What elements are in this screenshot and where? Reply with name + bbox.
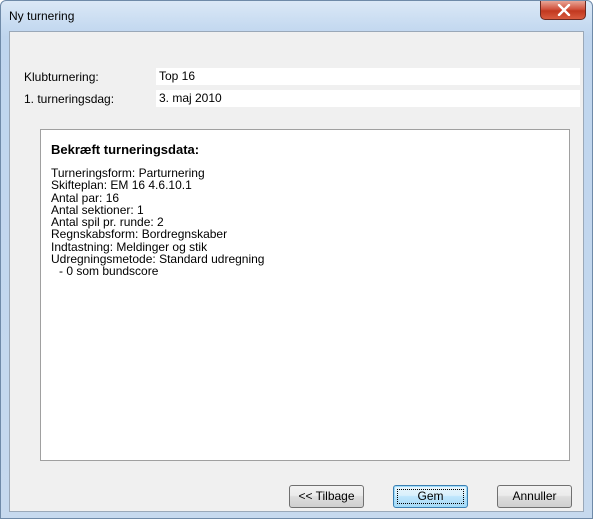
save-button[interactable]: Gem [393, 485, 468, 508]
window-title: Ny turnering [9, 9, 75, 23]
title-bar[interactable]: Ny turnering [1, 1, 592, 31]
dialog-window: Ny turnering Klubturnering: Top 16 1. tu… [0, 0, 593, 519]
tournament-details-list: Turneringsform: Parturnering Skifteplan:… [51, 167, 264, 278]
first-day-label: 1. turneringsdag: [24, 92, 115, 106]
close-button[interactable] [540, 1, 586, 20]
back-button[interactable]: << Tilbage [289, 485, 364, 508]
first-day-value: 3. maj 2010 [156, 90, 580, 107]
confirm-panel: Bekræft turneringsdata: Turneringsform: … [40, 129, 570, 461]
club-tournament-label: Klubturnering: [24, 70, 99, 84]
focus-rectangle [397, 489, 464, 504]
close-icon [557, 4, 571, 16]
club-tournament-value: Top 16 [156, 68, 580, 85]
dialog-client-area: Klubturnering: Top 16 1. turneringsdag: … [9, 31, 584, 512]
confirm-heading: Bekræft turneringsdata: [51, 142, 200, 157]
detail-subline: - 0 som bundscore [59, 264, 159, 279]
detail-line: Skifteplan: EM 16 4.6.10.1 [51, 178, 192, 193]
cancel-button[interactable]: Annuller [497, 485, 572, 508]
detail-line: Regnskabsform: Bordregnskaber [51, 227, 228, 242]
